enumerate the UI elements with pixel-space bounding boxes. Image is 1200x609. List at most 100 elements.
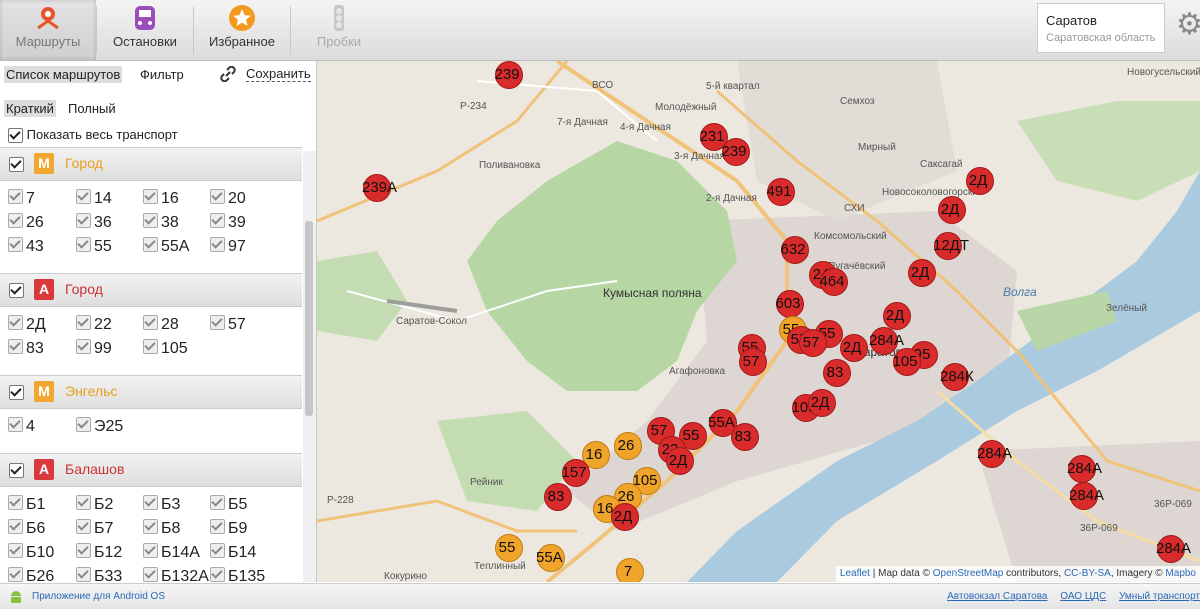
vehicle-marker[interactable]: 2Д <box>966 167 994 195</box>
route-checkbox[interactable] <box>210 237 225 252</box>
route-item[interactable]: 43 <box>8 236 44 258</box>
route-checkbox[interactable] <box>143 189 158 204</box>
footer-link[interactable]: Автовокзал Саратова <box>947 591 1047 602</box>
route-item[interactable]: Б10 <box>8 542 54 564</box>
route-item[interactable]: Б132А <box>143 566 209 582</box>
vehicle-marker[interactable]: 2Д <box>883 302 911 330</box>
vehicle-marker[interactable]: 464 <box>819 268 848 296</box>
route-item[interactable]: Б9 <box>210 518 247 540</box>
scrollbar-thumb[interactable] <box>305 221 313 416</box>
group-checkbox[interactable] <box>9 157 24 172</box>
route-item[interactable]: Б5 <box>210 494 247 516</box>
route-item[interactable]: 55 <box>76 236 112 258</box>
android-app-link[interactable]: Приложение для Android OS <box>32 591 165 602</box>
vehicle-marker[interactable]: 491 <box>766 178 795 206</box>
route-item[interactable]: Б3 <box>143 494 180 516</box>
route-group-header[interactable]: М Энгельс <box>0 375 302 409</box>
route-item[interactable]: 2Д <box>8 314 46 336</box>
route-checkbox[interactable] <box>210 567 225 582</box>
route-checkbox[interactable] <box>143 543 158 558</box>
route-item[interactable]: Б135 <box>210 566 265 582</box>
city-selector[interactable]: Саратов Саратовская область <box>1037 3 1165 53</box>
group-checkbox[interactable] <box>9 463 24 478</box>
route-checkbox[interactable] <box>143 315 158 330</box>
leaflet-link[interactable]: Leaflet <box>840 568 870 579</box>
route-item[interactable]: Б33 <box>76 566 122 582</box>
vehicle-marker[interactable]: 83 <box>731 423 759 451</box>
gear-icon[interactable]: ⚙ <box>1176 10 1200 40</box>
tab-favorites[interactable]: Избранное <box>194 0 290 60</box>
vehicle-marker[interactable]: 284А <box>1067 455 1102 483</box>
route-checkbox[interactable] <box>143 213 158 228</box>
route-checkbox[interactable] <box>76 519 91 534</box>
osm-link[interactable]: OpenStreetMap <box>933 568 1004 579</box>
route-item[interactable]: Б14А <box>143 542 200 564</box>
route-checkbox[interactable] <box>210 189 225 204</box>
route-checkbox[interactable] <box>8 567 23 582</box>
vehicle-marker[interactable]: 57 <box>799 329 827 357</box>
route-checkbox[interactable] <box>210 315 225 330</box>
vehicle-marker[interactable]: 7 <box>616 558 644 582</box>
vehicle-marker[interactable]: 239 <box>494 61 523 89</box>
route-item[interactable]: 99 <box>76 338 112 360</box>
route-checkbox[interactable] <box>8 237 23 252</box>
tab-route-list[interactable]: Список маршрутов <box>4 66 123 83</box>
route-checkbox[interactable] <box>76 543 91 558</box>
route-item[interactable]: 7 <box>8 188 35 210</box>
route-item[interactable]: 36 <box>76 212 112 234</box>
route-checkbox[interactable] <box>76 315 91 330</box>
vehicle-marker[interactable]: 284А <box>977 440 1012 468</box>
route-item[interactable]: Б6 <box>8 518 45 540</box>
tab-routes[interactable]: Маршруты <box>0 0 96 60</box>
route-item[interactable]: 39 <box>210 212 246 234</box>
route-item[interactable]: 22 <box>76 314 112 336</box>
route-checkbox[interactable] <box>143 237 158 252</box>
route-checkbox[interactable] <box>76 189 91 204</box>
vehicle-marker[interactable]: 57 <box>739 348 767 376</box>
route-item[interactable]: 105 <box>143 338 188 360</box>
vehicle-marker[interactable]: 2Д <box>938 196 966 224</box>
route-checkbox[interactable] <box>210 495 225 510</box>
link-icon[interactable] <box>220 66 236 82</box>
vehicle-marker[interactable]: 239А <box>362 174 397 202</box>
vehicle-marker[interactable]: 83 <box>823 359 851 387</box>
route-item[interactable]: 26 <box>8 212 44 234</box>
route-item[interactable]: Э25 <box>76 416 123 438</box>
route-checkbox[interactable] <box>143 339 158 354</box>
route-checkbox[interactable] <box>76 339 91 354</box>
route-checkbox[interactable] <box>143 519 158 534</box>
route-item[interactable]: 28 <box>143 314 179 336</box>
vehicle-marker[interactable]: 157 <box>561 459 590 487</box>
route-checkbox[interactable] <box>8 339 23 354</box>
footer-link[interactable]: Умный транспорт <box>1119 591 1200 602</box>
route-checkbox[interactable] <box>8 543 23 558</box>
route-checkbox[interactable] <box>76 567 91 582</box>
route-item[interactable]: Б1 <box>8 494 45 516</box>
route-item[interactable]: 57 <box>210 314 246 336</box>
vehicle-marker[interactable]: 284А <box>869 327 904 355</box>
license-link[interactable]: CC-BY-SA <box>1064 568 1111 579</box>
route-item[interactable]: 97 <box>210 236 246 258</box>
route-checkbox[interactable] <box>76 237 91 252</box>
route-checkbox[interactable] <box>210 213 225 228</box>
route-checkbox[interactable] <box>8 189 23 204</box>
vehicle-marker[interactable]: 284К <box>940 363 974 391</box>
map[interactable]: ВСО Молодёжный 5-й квартал Новогусельски… <box>317 61 1200 582</box>
group-checkbox[interactable] <box>9 283 24 298</box>
route-item[interactable]: 38 <box>143 212 179 234</box>
route-item[interactable]: 4 <box>8 416 35 438</box>
route-checkbox[interactable] <box>8 315 23 330</box>
vehicle-marker[interactable]: 55А <box>536 544 565 572</box>
route-checkbox[interactable] <box>76 213 91 228</box>
show-all-checkbox[interactable] <box>8 128 23 144</box>
vehicle-marker[interactable]: 2Д <box>840 334 868 362</box>
route-checkbox[interactable] <box>76 417 91 432</box>
tab-traffic[interactable]: Пробки <box>291 0 387 60</box>
mapbox-link[interactable]: Mapbo <box>1165 568 1196 579</box>
show-all-transport[interactable]: Показать весь транспорт <box>8 127 178 144</box>
route-checkbox[interactable] <box>143 495 158 510</box>
route-checkbox[interactable] <box>210 543 225 558</box>
route-checkbox[interactable] <box>76 495 91 510</box>
vehicle-marker[interactable]: 632 <box>780 236 809 264</box>
route-item[interactable]: 83 <box>8 338 44 360</box>
